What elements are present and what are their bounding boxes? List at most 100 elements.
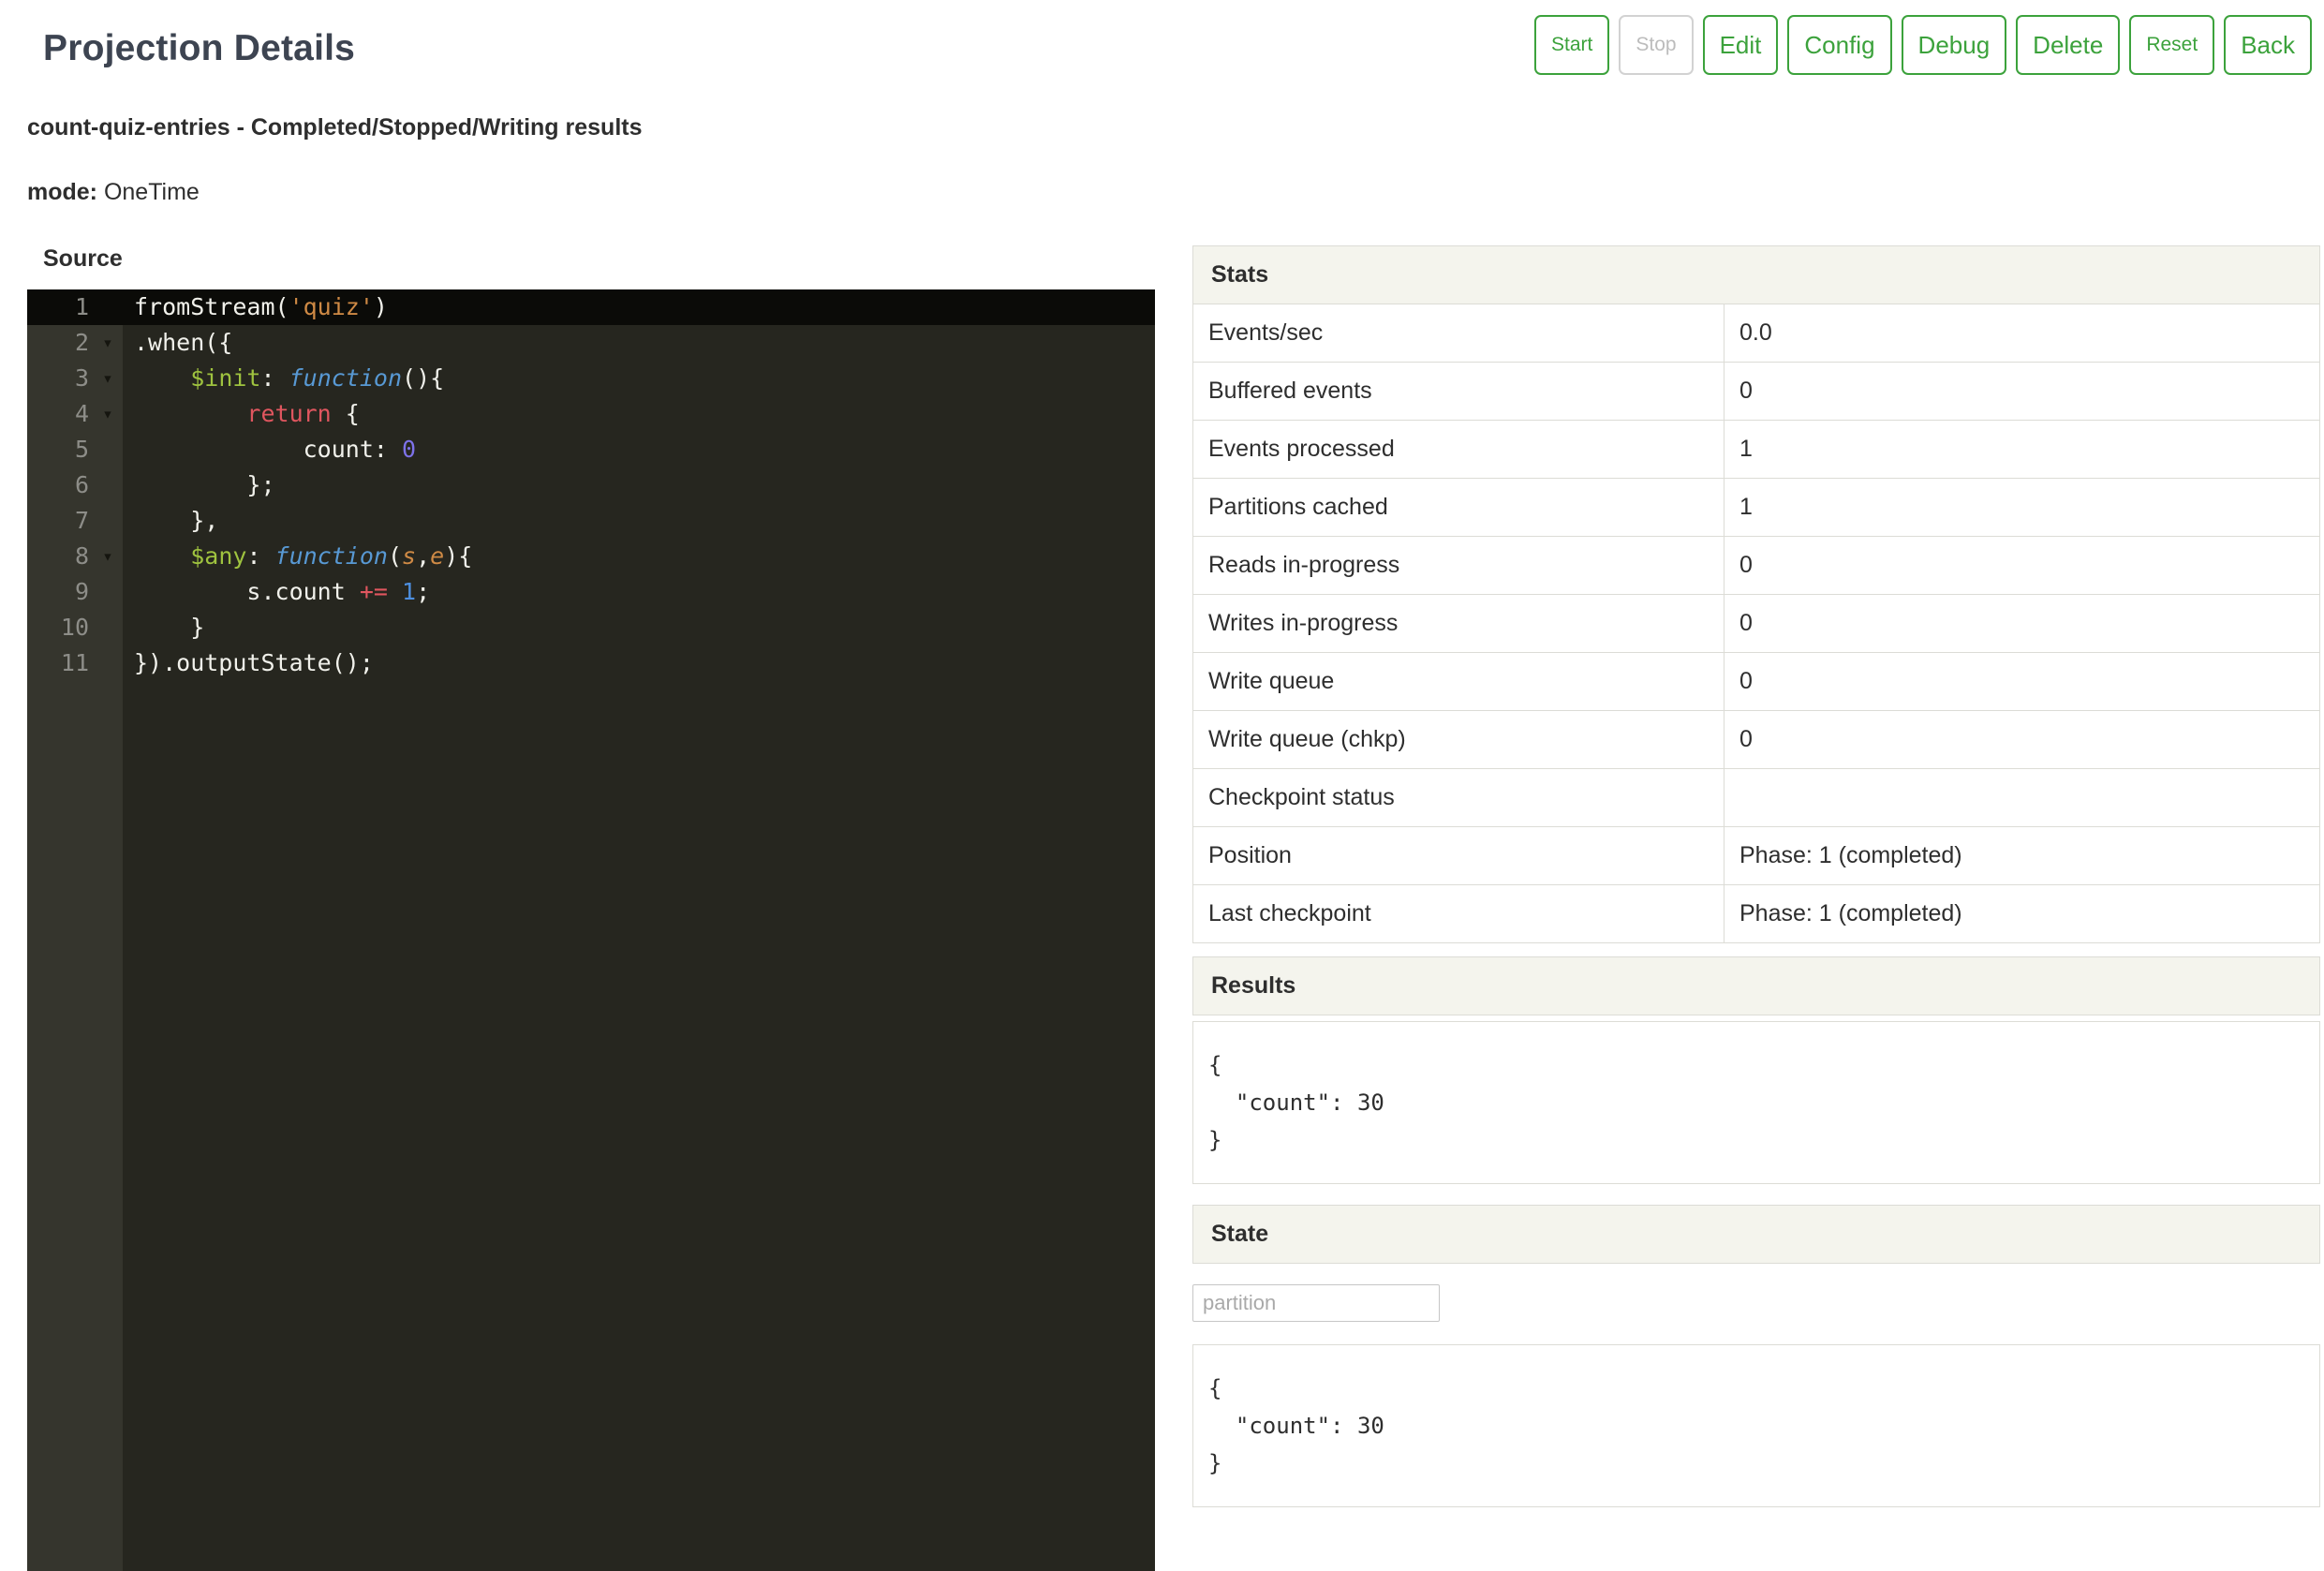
stats-row: Reads in-progress0	[1193, 537, 2320, 595]
code-line-7[interactable]: 7 },	[27, 503, 1155, 539]
stat-label: Write queue	[1193, 653, 1724, 711]
stats-table: Events/sec0.0Buffered events0Events proc…	[1192, 304, 2320, 943]
stat-label: Partitions cached	[1193, 479, 1724, 537]
line-number: 2	[27, 325, 93, 361]
code-text: };	[123, 467, 275, 503]
code-line-9[interactable]: 9 s.count += 1;	[27, 574, 1155, 610]
code-line-2[interactable]: 2▾.when({	[27, 325, 1155, 361]
stat-value: 0	[1724, 711, 2320, 769]
code-text: },	[123, 503, 218, 539]
results-json: { "count": 30 }	[1192, 1021, 2320, 1184]
fold-marker-icon[interactable]: ▾	[93, 396, 123, 432]
line-number: 9	[27, 574, 93, 610]
stat-label: Buffered events	[1193, 363, 1724, 421]
code-line-6[interactable]: 6 };	[27, 467, 1155, 503]
stats-row: Buffered events0	[1193, 363, 2320, 421]
code-line-3[interactable]: 3▾ $init: function(){	[27, 361, 1155, 396]
button-reset[interactable]: Reset	[2129, 15, 2214, 75]
line-number: 4	[27, 396, 93, 432]
line-number: 11	[27, 645, 93, 681]
line-number: 1	[27, 289, 93, 325]
stat-value: Phase: 1 (completed)	[1724, 885, 2320, 943]
stats-row: Events/sec0.0	[1193, 304, 2320, 363]
code-editor[interactable]: 1fromStream('quiz')2▾.when({3▾ $init: fu…	[27, 289, 1155, 1571]
code-line-5[interactable]: 5 count: 0	[27, 432, 1155, 467]
stat-label: Events processed	[1193, 421, 1724, 479]
stat-value: 0	[1724, 537, 2320, 595]
stat-value: 0	[1724, 653, 2320, 711]
page-title: Projection Details	[43, 28, 355, 69]
code-line-4[interactable]: 4▾ return {	[27, 396, 1155, 432]
fold-spacer	[93, 467, 123, 503]
fold-spacer	[93, 289, 123, 325]
stat-value: 1	[1724, 421, 2320, 479]
code-text: }	[123, 610, 204, 645]
stat-label: Position	[1193, 827, 1724, 885]
code-text: }).outputState();	[123, 645, 374, 681]
line-number: 6	[27, 467, 93, 503]
source-panel: Source 1fromStream('quiz')2▾.when({3▾ $i…	[27, 245, 1155, 1571]
stat-value: 1	[1724, 479, 2320, 537]
state-json: { "count": 30 }	[1192, 1344, 2320, 1507]
stat-label: Reads in-progress	[1193, 537, 1724, 595]
stat-label: Last checkpoint	[1193, 885, 1724, 943]
stat-value: 0	[1724, 363, 2320, 421]
stats-row: Checkpoint status	[1193, 769, 2320, 827]
button-stop: Stop	[1619, 15, 1693, 75]
line-number: 3	[27, 361, 93, 396]
code-text: return {	[123, 396, 360, 432]
fold-spacer	[93, 432, 123, 467]
code-line-10[interactable]: 10 }	[27, 610, 1155, 645]
stats-row: Last checkpointPhase: 1 (completed)	[1193, 885, 2320, 943]
fold-spacer	[93, 503, 123, 539]
projection-status: count-quiz-entries - Completed/Stopped/W…	[0, 114, 2324, 141]
stat-label: Checkpoint status	[1193, 769, 1724, 827]
fold-spacer	[93, 610, 123, 645]
stat-value: Phase: 1 (completed)	[1724, 827, 2320, 885]
fold-marker-icon[interactable]: ▾	[93, 539, 123, 574]
code-text: fromStream('quiz')	[123, 289, 388, 325]
projection-details-page: Projection Details StartStopEditConfigDe…	[0, 0, 2324, 1571]
stats-row: Writes in-progress0	[1193, 595, 2320, 653]
line-number: 5	[27, 432, 93, 467]
fold-spacer	[93, 574, 123, 610]
stats-row: Write queue (chkp)0	[1193, 711, 2320, 769]
button-debug[interactable]: Debug	[1902, 15, 2007, 75]
stat-label: Events/sec	[1193, 304, 1724, 363]
mode-value: OneTime	[104, 179, 200, 205]
fold-marker-icon[interactable]: ▾	[93, 325, 123, 361]
fold-marker-icon[interactable]: ▾	[93, 361, 123, 396]
line-number: 7	[27, 503, 93, 539]
stat-label: Write queue (chkp)	[1193, 711, 1724, 769]
button-delete[interactable]: Delete	[2016, 15, 2120, 75]
details-panel: Stats Events/sec0.0Buffered events0Event…	[1192, 245, 2320, 1571]
partition-input[interactable]	[1192, 1284, 1440, 1322]
results-heading: Results	[1192, 956, 2320, 1015]
stat-value: 0.0	[1724, 304, 2320, 363]
top-bar: Projection Details StartStopEditConfigDe…	[0, 0, 2324, 75]
source-heading: Source	[43, 245, 1155, 273]
mode-line: mode: OneTime	[0, 179, 2324, 206]
stat-value	[1724, 769, 2320, 827]
stats-row: Partitions cached1	[1193, 479, 2320, 537]
fold-spacer	[93, 645, 123, 681]
code-line-8[interactable]: 8▾ $any: function(s,e){	[27, 539, 1155, 574]
state-heading: State	[1192, 1205, 2320, 1264]
code-line-1[interactable]: 1 fromStream('quiz')	[27, 289, 1155, 325]
stats-row: Write queue0	[1193, 653, 2320, 711]
toolbar: StartStopEditConfigDebugDeleteResetBack	[1534, 13, 2312, 75]
button-start[interactable]: Start	[1534, 15, 1609, 75]
button-config[interactable]: Config	[1787, 15, 1891, 75]
line-number: 10	[27, 610, 93, 645]
button-back[interactable]: Back	[2224, 15, 2312, 75]
stats-row: PositionPhase: 1 (completed)	[1193, 827, 2320, 885]
mode-label: mode:	[27, 179, 97, 205]
line-number: 8	[27, 539, 93, 574]
content-columns: Source 1fromStream('quiz')2▾.when({3▾ $i…	[0, 245, 2324, 1571]
code-text: $any: function(s,e){	[123, 539, 472, 574]
code-text: .when({	[123, 325, 232, 361]
stat-value: 0	[1724, 595, 2320, 653]
code-text: count: 0	[123, 432, 416, 467]
button-edit[interactable]: Edit	[1703, 15, 1779, 75]
code-line-11[interactable]: 11 }).outputState();	[27, 645, 1155, 681]
